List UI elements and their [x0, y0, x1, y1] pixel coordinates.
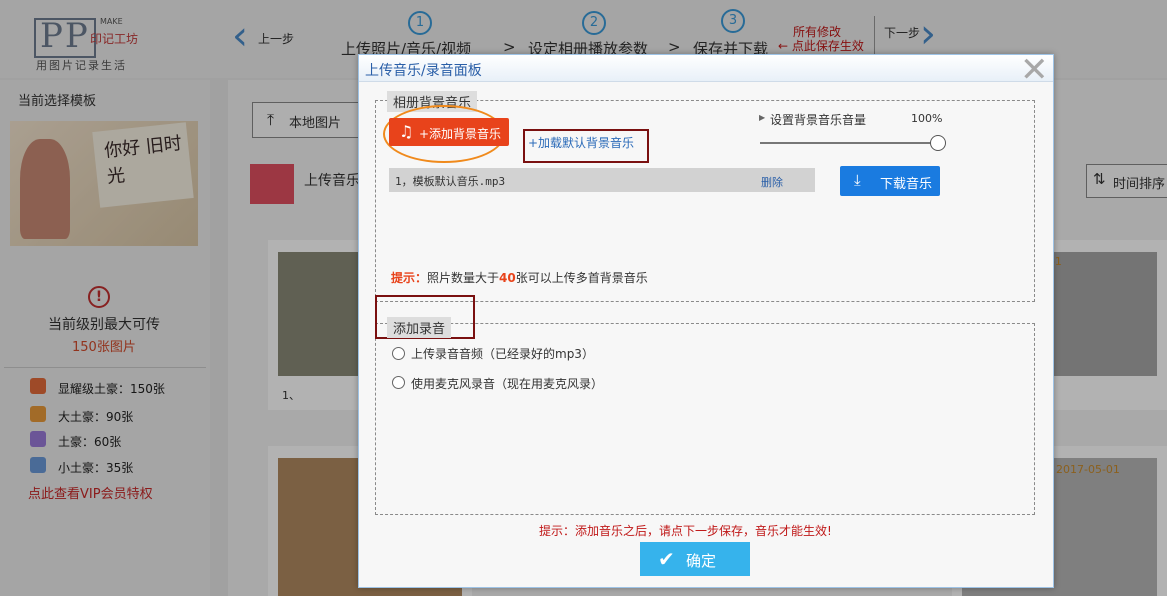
song-name: 1，模板默认音乐.mp3	[395, 175, 506, 188]
triangle-right-icon: ▶	[759, 113, 766, 122]
add-bgm-button[interactable]: ♫ +添加背景音乐	[389, 118, 509, 146]
record-mic-label[interactable]: 使用麦克风录音（现在用麦克风录）	[411, 375, 603, 392]
volume-slider-handle[interactable]	[930, 135, 946, 151]
tip-post: 张可以上传多首背景音乐	[515, 271, 648, 285]
record-section-title: 添加录音	[387, 317, 452, 338]
record-upload-radio[interactable]	[392, 347, 405, 360]
bottom-tip: 提示：添加音乐之后，请点下一步保存，音乐才能生效!	[539, 524, 832, 538]
checkmark-icon: ✔	[658, 547, 675, 571]
confirm-label: 确定	[686, 552, 717, 570]
close-icon[interactable]: ✕	[1020, 53, 1049, 87]
modal-title: 上传音乐/录音面板	[365, 63, 482, 79]
download-music-button[interactable]: ⤓ 下载音乐	[840, 166, 940, 196]
tip-label: 提示：	[391, 271, 428, 285]
song-row: 1，模板默认音乐.mp3 删除	[389, 168, 815, 192]
volume-label: 设置背景音乐音量	[770, 113, 867, 127]
tip-text: 提示：照片数量大于40张可以上传多首背景音乐	[391, 269, 648, 286]
record-mic-radio[interactable]	[392, 376, 405, 389]
tip-pre: 照片数量大于	[427, 271, 500, 285]
download-icon: ⤓	[854, 171, 861, 189]
tip-num: 40	[499, 271, 516, 285]
confirm-button[interactable]: ✔ 确定	[640, 542, 750, 576]
load-default-bgm-link[interactable]: +加载默认背景音乐	[528, 134, 634, 151]
delete-song-button[interactable]: 删除	[761, 174, 783, 190]
add-bgm-label: +添加背景音乐	[419, 127, 502, 141]
upload-music-modal: 上传音乐/录音面板 ✕ 相册背景音乐 ♫ +添加背景音乐 +加载默认背景音乐 ▶…	[358, 53, 1054, 588]
music-note-icon: ♫	[399, 122, 414, 141]
download-label: 下载音乐	[880, 177, 933, 192]
volume-slider[interactable]	[760, 142, 944, 144]
volume-value: 100%	[911, 112, 943, 125]
modal-header: 上传音乐/录音面板	[359, 55, 1053, 82]
record-upload-label[interactable]: 上传录音音频（已经录好的mp3）	[411, 345, 594, 362]
